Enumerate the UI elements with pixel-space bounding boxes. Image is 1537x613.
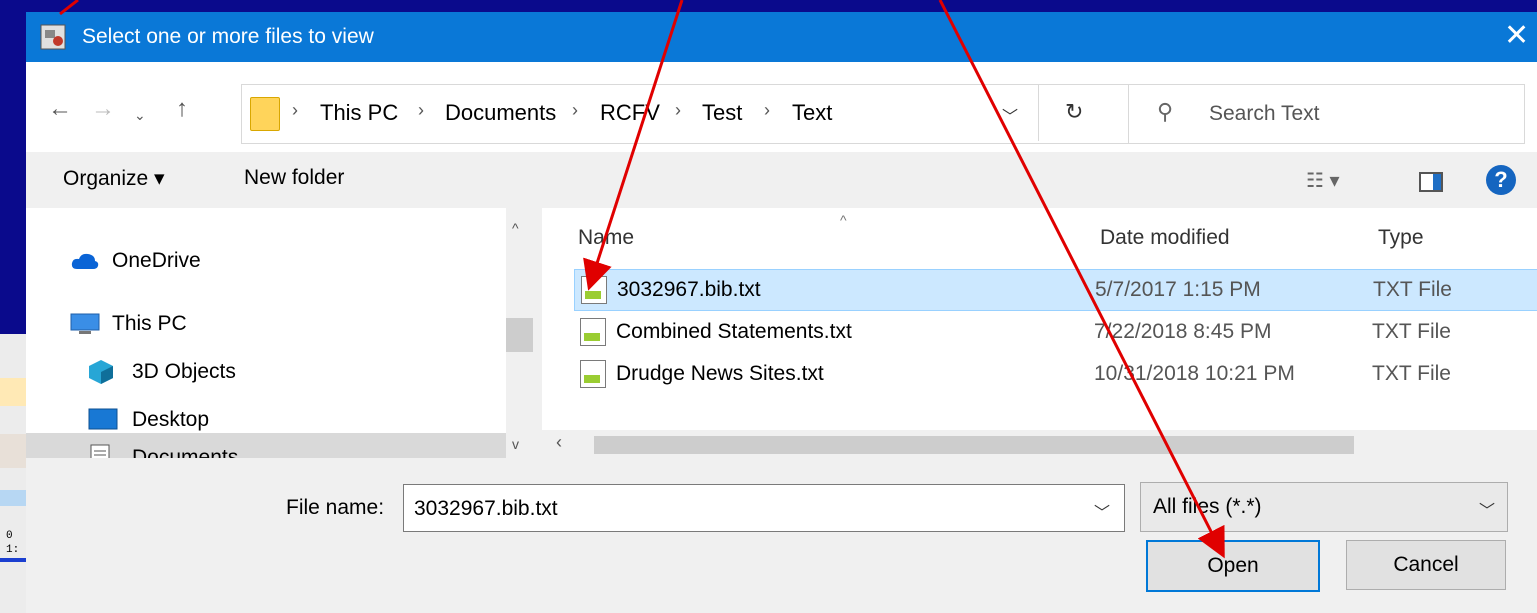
computer-icon: [70, 313, 100, 334]
nav-item-onedrive[interactable]: OneDrive: [112, 249, 201, 273]
scroll-down-icon[interactable]: v: [512, 436, 519, 452]
breadcrumb-separator: ›: [292, 100, 298, 120]
column-header-type[interactable]: Type: [1378, 226, 1424, 250]
address-dropdown-icon[interactable]: ﹀: [1002, 103, 1018, 127]
breadcrumb-this-pc[interactable]: This PC: [320, 100, 398, 126]
file-row[interactable]: Combined Statements.txt 7/22/2018 8:45 P…: [574, 312, 1537, 352]
file-date: 10/31/2018 10:21 PM: [1094, 362, 1295, 385]
recent-locations-chevron-icon[interactable]: ⌄: [134, 102, 146, 128]
background-code-line: 0: [6, 530, 13, 542]
breadcrumb-text[interactable]: Text: [792, 100, 832, 126]
document-icon: [90, 444, 110, 458]
dialog-title: Select one or more files to view: [82, 25, 374, 48]
breadcrumb-documents[interactable]: Documents: [445, 100, 556, 126]
address-row: ← → ⌄ ↑ › This PC › Documents › RCFV › T…: [26, 62, 1537, 152]
new-folder-button[interactable]: New folder: [244, 166, 344, 190]
cloud-icon: [71, 253, 99, 269]
scroll-up-icon[interactable]: ^: [512, 220, 519, 236]
file-type-dropdown-icon: ﹀: [1479, 503, 1496, 520]
open-button[interactable]: Open: [1146, 540, 1320, 592]
cube-icon: [89, 360, 113, 384]
file-row[interactable]: Drudge News Sites.txt 10/31/2018 10:21 P…: [574, 354, 1537, 394]
file-name: Combined Statements.txt: [616, 320, 852, 343]
file-name-value: 3032967.bib.txt: [414, 497, 558, 520]
nav-item-desktop[interactable]: Desktop: [132, 408, 209, 432]
file-name: Drudge News Sites.txt: [616, 362, 824, 385]
file-open-dialog: Select one or more files to view ✕ ← → ⌄…: [26, 12, 1537, 613]
background-row: [0, 558, 26, 562]
breadcrumb-separator: ›: [572, 100, 578, 120]
background-row: [0, 490, 26, 506]
help-icon[interactable]: ?: [1486, 165, 1516, 195]
file-row[interactable]: 3032967.bib.txt 5/7/2017 1:15 PM TXT Fil…: [574, 269, 1537, 311]
column-header-date[interactable]: Date modified: [1100, 226, 1230, 250]
breadcrumb-separator: ›: [675, 100, 681, 120]
column-header-name[interactable]: Name: [578, 226, 634, 250]
close-icon[interactable]: ✕: [1504, 18, 1529, 54]
navigation-pane: OneDrive This PC 3D Objects Desktop Docu…: [26, 208, 542, 458]
dialog-titlebar[interactable]: Select one or more files to view ✕: [26, 12, 1537, 62]
forward-arrow-icon[interactable]: →: [91, 96, 115, 122]
scroll-left-icon[interactable]: ‹: [556, 432, 562, 453]
app-icon: [40, 24, 66, 50]
file-date: 7/22/2018 8:45 PM: [1094, 320, 1272, 343]
text-file-icon: [580, 318, 606, 346]
text-file-icon: [581, 276, 607, 304]
horizontal-scrollbar[interactable]: ‹: [542, 430, 1537, 458]
file-name-label: File name:: [286, 496, 385, 519]
back-arrow-icon[interactable]: ←: [48, 96, 72, 122]
breadcrumb-rcfv[interactable]: RCFV: [600, 100, 660, 126]
folder-icon: [250, 97, 280, 131]
file-name-dropdown-icon[interactable]: ﹀: [1094, 499, 1110, 523]
nav-item-this-pc[interactable]: This PC: [112, 312, 187, 336]
file-type: TXT File: [1373, 278, 1452, 301]
horizontal-scrollbar-thumb[interactable]: [594, 436, 1354, 454]
search-input[interactable]: Search Text: [1209, 102, 1320, 126]
file-list: ^ Name Date modified Type 3032967.bib.tx…: [542, 208, 1537, 458]
background-row: [0, 378, 26, 406]
file-type-value: All files (*.*): [1153, 495, 1262, 518]
cancel-button[interactable]: Cancel: [1346, 540, 1506, 590]
background-code-line: 1:: [6, 544, 20, 556]
nav-scrollbar-thumb[interactable]: [506, 318, 533, 352]
file-name: 3032967.bib.txt: [617, 278, 761, 301]
breadcrumb-separator: ›: [764, 100, 770, 120]
file-type: TXT File: [1372, 320, 1451, 343]
breadcrumb-test[interactable]: Test: [702, 100, 742, 126]
file-date: 5/7/2017 1:15 PM: [1095, 278, 1261, 301]
refresh-icon[interactable]: ↻: [1065, 99, 1083, 125]
file-name-input[interactable]: 3032967.bib.txt ﹀: [403, 484, 1125, 532]
desktop-icon: [88, 408, 118, 430]
background-app-pane: 0 1:: [0, 334, 26, 613]
address-divider: [1038, 85, 1039, 141]
preview-pane-icon[interactable]: [1419, 172, 1443, 192]
change-view-icon[interactable]: ☷ ▾: [1306, 168, 1340, 193]
file-type-select[interactable]: All files (*.*) ﹀: [1140, 482, 1508, 532]
up-arrow-icon[interactable]: ↑: [176, 96, 188, 122]
search-box[interactable]: ⚲ Search Text: [1128, 84, 1525, 144]
command-bar: Organize ▾ New folder ☷ ▾ ?: [26, 152, 1537, 208]
file-type: TXT File: [1372, 362, 1451, 385]
organize-button[interactable]: Organize ▾: [63, 166, 165, 191]
text-file-icon: [580, 360, 606, 388]
search-icon: ⚲: [1157, 99, 1174, 124]
background-row: [0, 434, 26, 468]
breadcrumb-separator: ›: [418, 100, 424, 120]
sort-ascending-icon: ^: [840, 212, 847, 228]
nav-item-documents[interactable]: Documents: [132, 446, 238, 458]
nav-item-3d-objects[interactable]: 3D Objects: [132, 360, 236, 384]
